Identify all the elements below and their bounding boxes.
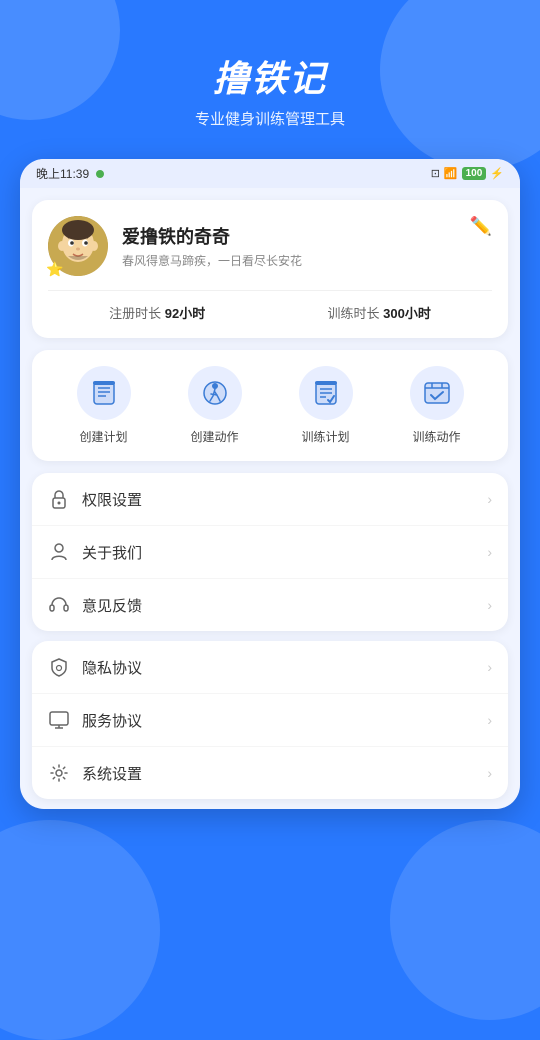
arrow-icon-privacy: › (487, 659, 492, 675)
arrow-icon-about: › (487, 544, 492, 560)
wifi-icon: 📶 (444, 167, 458, 180)
profile-name: 爱撸铁的奇奇 (122, 223, 470, 249)
status-icons: ⊡ 📶 100 ⚡ (431, 167, 504, 180)
header: 撸铁记 专业健身训练管理工具 (0, 0, 540, 149)
action-icon-wrap-create-action (188, 366, 242, 420)
action-label-training-plan: 训练计划 (301, 428, 349, 445)
menu-text-feedback: 意见反馈 (82, 595, 487, 616)
arrow-icon-service: › (487, 712, 492, 728)
action-training-action[interactable]: 训练动作 (410, 366, 464, 445)
menu-item-settings[interactable]: 系统设置 › (32, 747, 508, 799)
headset-icon (48, 594, 70, 616)
action-icon-wrap-training-action (410, 366, 464, 420)
shield-icon (48, 656, 70, 678)
menu-text-settings: 系统设置 (82, 763, 487, 784)
menu-item-privacy[interactable]: 隐私协议 › (32, 641, 508, 694)
action-label-create-plan: 创建计划 (79, 428, 127, 445)
menu-item-about[interactable]: 关于我们 › (32, 526, 508, 579)
menu-item-feedback[interactable]: 意见反馈 › (32, 579, 508, 631)
bg-blob-bottom-left (0, 820, 160, 1040)
training-plan-icon (312, 379, 340, 407)
registration-stat: 注册时长 92小时 (109, 303, 205, 322)
status-time: 晚上11:39 (36, 165, 104, 182)
action-create-plan[interactable]: 创建计划 (77, 366, 131, 445)
photo-icon: ⊡ (431, 167, 440, 180)
menu-text-about: 关于我们 (82, 542, 487, 563)
action-training-plan[interactable]: 训练计划 (299, 366, 353, 445)
app-title: 撸铁记 (0, 50, 540, 102)
bg-blob-bottom-right (390, 820, 540, 1020)
profile-info: 爱撸铁的奇奇 春风得意马蹄疾，一日看尽长安花 (122, 223, 470, 270)
arrow-icon-settings: › (487, 765, 492, 781)
status-dot (96, 170, 104, 178)
phone-mockup: 晚上11:39 ⊡ 📶 100 ⚡ (20, 159, 520, 809)
desktop-icon (48, 709, 70, 731)
battery-badge: 100 (462, 167, 487, 180)
lock-icon (48, 488, 70, 510)
action-create-action[interactable]: 创建动作 (188, 366, 242, 445)
arrow-icon-permission: › (487, 491, 492, 507)
training-stat: 训练时长 300小时 (328, 303, 431, 322)
profile-stats: 注册时长 92小时 训练时长 300小时 (48, 290, 492, 322)
person-icon (48, 541, 70, 563)
edit-icon[interactable]: ✏️ (470, 216, 492, 237)
menu-section-1: 权限设置 › 关于我们 › 意见反馈 › (32, 473, 508, 631)
profile-card: ⭐ 爱撸铁的奇奇 春风得意马蹄疾，一日看尽长安花 ✏️ 注册时长 92小时 训练… (32, 200, 508, 338)
menu-item-permission[interactable]: 权限设置 › (32, 473, 508, 526)
app-subtitle: 专业健身训练管理工具 (0, 108, 540, 129)
lightning-icon: ⚡ (490, 167, 504, 180)
arrow-icon-feedback: › (487, 597, 492, 613)
menu-text-privacy: 隐私协议 (82, 657, 487, 678)
training-action-icon (423, 379, 451, 407)
profile-motto: 春风得意马蹄疾，一日看尽长安花 (122, 253, 470, 270)
profile-top: ⭐ 爱撸铁的奇奇 春风得意马蹄疾，一日看尽长安花 ✏️ (48, 216, 492, 276)
action-label-training-action: 训练动作 (412, 428, 460, 445)
create-plan-icon (90, 379, 118, 407)
gear-icon (48, 762, 70, 784)
status-bar: 晚上11:39 ⊡ 📶 100 ⚡ (20, 159, 520, 188)
menu-text-permission: 权限设置 (82, 489, 487, 510)
action-icon-wrap-training-plan (299, 366, 353, 420)
avatar-star: ⭐ (46, 261, 63, 278)
menu-text-service: 服务协议 (82, 710, 487, 731)
menu-item-service[interactable]: 服务协议 › (32, 694, 508, 747)
menu-section-2: 隐私协议 › 服务协议 › 系统设置 › (32, 641, 508, 799)
action-label-create-action: 创建动作 (190, 428, 238, 445)
create-action-icon (201, 379, 229, 407)
quick-actions: 创建计划 创建动作 (32, 350, 508, 461)
action-icon-wrap-create-plan (77, 366, 131, 420)
avatar: ⭐ (48, 216, 108, 276)
